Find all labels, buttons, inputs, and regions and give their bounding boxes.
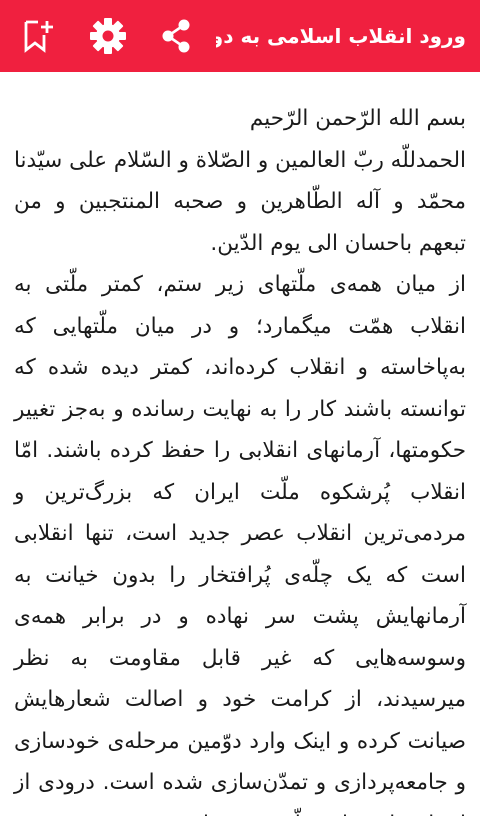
article-salutation: الحمدللّه ربّ العالمین و الصّلاة و السّل… [14, 147, 466, 256]
article-content[interactable]: بسم الله الرّحمن الرّحیم الحمدللّه ربّ ال… [0, 72, 480, 816]
app-bar: ورود انقلاب اسلامی به دومین... [0, 0, 480, 72]
share-icon[interactable] [152, 12, 200, 60]
bookmark-add-icon[interactable] [14, 12, 62, 60]
page-title: ورود انقلاب اسلامی به دومین... [216, 24, 466, 48]
gear-icon[interactable] [84, 12, 132, 60]
article-text: بسم الله الرّحمن الرّحیم الحمدللّه ربّ ال… [14, 98, 466, 816]
article-body: از میان همه‌ی ملّتهای زیر ستم، کمتر ملّت… [14, 272, 466, 816]
article-opening: بسم الله الرّحمن الرّحیم [249, 106, 466, 131]
